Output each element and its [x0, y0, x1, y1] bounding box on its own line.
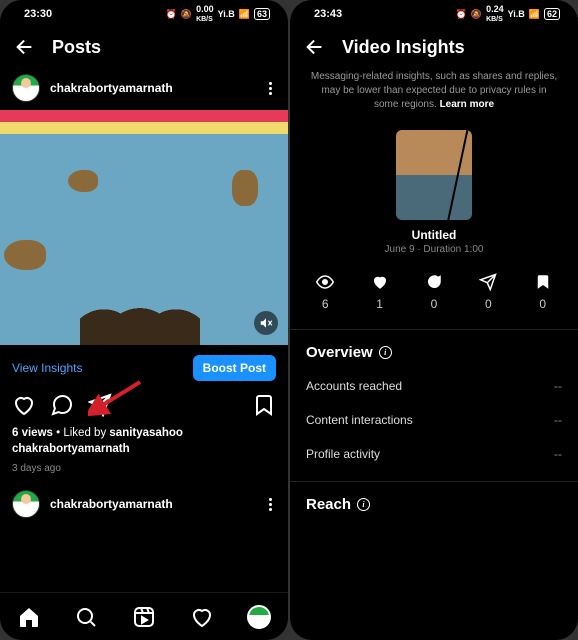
- share-icon: [479, 273, 497, 291]
- video-summary: Untitled June 9 · Duration 1:00: [290, 122, 578, 259]
- bottom-nav: [0, 592, 288, 640]
- page-title: Posts: [52, 37, 101, 58]
- header: Posts: [0, 28, 288, 66]
- liked-by-user[interactable]: sanityasahoo: [109, 427, 183, 439]
- stat-likes: 1: [371, 273, 389, 311]
- post-header[interactable]: chakrabortyamarnath: [0, 66, 288, 110]
- status-indicators: ⏰ 🔕 0.24KB/S Yi.B 📶 62: [456, 5, 560, 23]
- status-time: 23:43: [314, 8, 342, 20]
- like-icon[interactable]: [12, 393, 36, 417]
- posts-screen: 23:30 ⏰ 🔕 0.00KB/S Yi.B 📶 63 Posts chakr…: [0, 0, 288, 640]
- page-title: Video Insights: [342, 37, 465, 58]
- metric-profile-activity[interactable]: Profile activity --: [290, 437, 578, 471]
- nav-profile-icon[interactable]: [247, 605, 271, 629]
- info-icon[interactable]: i: [379, 346, 392, 359]
- insights-row: View Insights Boost Post: [0, 345, 288, 389]
- video-thumbnail[interactable]: [396, 130, 472, 220]
- save-icon[interactable]: [252, 393, 276, 417]
- post-username[interactable]: chakrabortyamarnath: [50, 497, 255, 511]
- back-icon[interactable]: [14, 36, 36, 58]
- nav-reels-icon[interactable]: [132, 605, 156, 629]
- post-header-2[interactable]: chakrabortyamarnath: [0, 482, 288, 526]
- video-title: Untitled: [412, 228, 457, 242]
- battery-indicator: 63: [254, 8, 270, 20]
- stat-comments: 0: [425, 273, 443, 311]
- video-subtitle: June 9 · Duration 1:00: [385, 244, 484, 255]
- nav-home-icon[interactable]: [17, 605, 41, 629]
- video-insights-screen: 23:43 ⏰ 🔕 0.24KB/S Yi.B 📶 62 Video Insig…: [290, 0, 578, 640]
- stats-row: 6 1 0 0 0: [290, 259, 578, 329]
- more-options-icon[interactable]: [265, 494, 276, 515]
- avatar[interactable]: [12, 74, 40, 102]
- boost-post-button[interactable]: Boost Post: [193, 355, 276, 381]
- stat-saves: 0: [534, 273, 552, 311]
- share-icon[interactable]: [88, 393, 112, 417]
- comment-icon[interactable]: [50, 393, 74, 417]
- reach-header: Reach i: [290, 482, 578, 521]
- signal-icon: 📶: [529, 9, 540, 20]
- status-time: 23:30: [24, 8, 52, 20]
- privacy-notice: Messaging-related insights, such as shar…: [290, 66, 578, 122]
- view-insights-link[interactable]: View Insights: [12, 361, 82, 375]
- stat-views: 6: [316, 273, 334, 311]
- alarm-icon: ⏰: [166, 9, 177, 20]
- eye-icon: [316, 273, 334, 291]
- overview-header: Overview i: [290, 330, 578, 369]
- heart-icon: [371, 273, 389, 291]
- status-bar: 23:30 ⏰ 🔕 0.00KB/S Yi.B 📶 63: [0, 0, 288, 28]
- liked-by-user[interactable]: chakrabortyamarnath: [12, 443, 130, 455]
- battery-indicator: 62: [544, 8, 560, 20]
- dnd-icon: 🔕: [471, 9, 482, 20]
- nav-activity-icon[interactable]: [190, 605, 214, 629]
- post-media[interactable]: [0, 110, 288, 345]
- post-age: 3 days ago: [0, 459, 288, 482]
- metric-accounts-reached[interactable]: Accounts reached --: [290, 369, 578, 403]
- status-indicators: ⏰ 🔕 0.00KB/S Yi.B 📶 63: [166, 5, 270, 23]
- alarm-icon: ⏰: [456, 9, 467, 20]
- info-icon[interactable]: i: [357, 498, 370, 511]
- nav-search-icon[interactable]: [74, 605, 98, 629]
- post-username[interactable]: chakrabortyamarnath: [50, 81, 255, 95]
- post-meta: 6 views • Liked by sanityasahoo chakrabo…: [0, 423, 288, 459]
- avatar[interactable]: [12, 490, 40, 518]
- post-actions: [0, 389, 288, 423]
- bookmark-icon: [534, 273, 552, 291]
- back-icon[interactable]: [304, 36, 326, 58]
- header: Video Insights: [290, 28, 578, 66]
- dnd-icon: 🔕: [181, 9, 192, 20]
- status-bar: 23:43 ⏰ 🔕 0.24KB/S Yi.B 📶 62: [290, 0, 578, 28]
- stat-shares: 0: [479, 273, 497, 311]
- signal-icon: 📶: [239, 9, 250, 20]
- metric-content-interactions[interactable]: Content interactions --: [290, 403, 578, 437]
- comment-icon: [425, 273, 443, 291]
- more-options-icon[interactable]: [265, 78, 276, 99]
- mute-icon[interactable]: [254, 311, 278, 335]
- learn-more-link[interactable]: Learn more: [440, 99, 494, 110]
